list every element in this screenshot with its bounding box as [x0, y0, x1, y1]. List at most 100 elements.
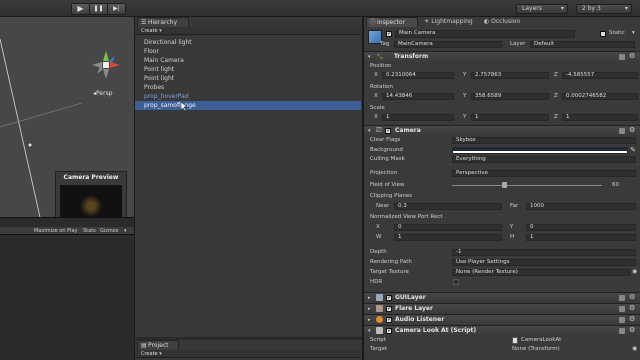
hierarchy-item-main-camera[interactable]: Main Camera [135, 56, 361, 65]
position-y-field[interactable]: 2.757863 [471, 72, 549, 79]
target-field[interactable]: None (Transform) [512, 345, 560, 353]
stats-toggle[interactable]: Stats [83, 227, 96, 235]
hierarchy-item-probes[interactable]: Probes [135, 83, 361, 92]
perspective-label[interactable]: ◂Persp [93, 90, 113, 97]
hierarchy-item-prop-samoflange[interactable]: prop_samoflange [135, 101, 361, 110]
help-book-icon[interactable] [619, 295, 625, 301]
depth-field[interactable]: -1 [452, 249, 636, 256]
camera-enabled-checkbox[interactable]: ✓ [385, 128, 391, 134]
scene-view[interactable]: ◂Persp Camera Preview [0, 17, 134, 217]
hdr-checkbox[interactable] [453, 279, 459, 285]
game-view[interactable] [0, 235, 134, 360]
static-checkbox[interactable] [600, 31, 606, 37]
rendering-path-dropdown[interactable]: Use Player Settings [452, 259, 636, 266]
background-color-swatch[interactable] [452, 147, 628, 154]
layers-dropdown[interactable]: Layers [516, 4, 568, 14]
foldout-arrow-icon[interactable]: ▾ [368, 54, 371, 60]
projection-dropdown[interactable]: Perspective [452, 170, 636, 177]
position-label: Position [370, 63, 392, 69]
settings-gear-icon[interactable]: ⚙ [629, 52, 635, 60]
gameobject-active-checkbox[interactable]: ✓ [386, 31, 392, 37]
far-field[interactable]: 1000 [526, 203, 636, 210]
rotation-y-field[interactable]: 358.6589 [471, 93, 549, 100]
tab-hierarchy[interactable]: ☰ Hierarchy [137, 17, 189, 27]
help-book-icon[interactable] [619, 128, 625, 134]
viewport-y-field[interactable]: 0 [526, 224, 636, 231]
tab-project[interactable]: ▤ Project [137, 340, 179, 350]
foldout-arrow-icon[interactable]: ▾ [368, 328, 371, 334]
foldout-arrow-icon[interactable]: ▾ [368, 128, 371, 134]
position-z-field[interactable]: -4.585557 [562, 72, 638, 79]
flare-layer-enabled-checkbox[interactable]: ✓ [386, 306, 392, 312]
hierarchy-item-floor[interactable]: Floor [135, 47, 361, 56]
help-book-icon[interactable] [619, 54, 625, 60]
transform-header[interactable]: ▾ ⤡ Transform ⚙ [364, 51, 640, 61]
layer-label: Layer [510, 41, 526, 47]
layout-dropdown[interactable]: 2 by 3 [576, 4, 632, 14]
tab-lightmapping[interactable]: ☀ Lightmapping [424, 17, 473, 27]
help-book-icon[interactable] [619, 317, 625, 323]
hierarchy-create-button[interactable]: Create [135, 28, 158, 34]
camera-component-header[interactable]: ▾ ⎚ ✓ Camera ⚙ [364, 125, 640, 135]
settings-gear-icon[interactable]: ⚙ [629, 315, 635, 323]
clear-flags-dropdown[interactable]: Skybox [452, 137, 636, 144]
scale-y-field[interactable]: 1 [471, 114, 549, 121]
pause-button[interactable]: ❚❚ [89, 3, 108, 15]
object-picker-icon[interactable]: ◉ [632, 345, 637, 352]
near-field[interactable]: 0.3 [394, 203, 502, 210]
camera-look-at-component-header[interactable]: ▾ ✓ Camera Look At (Script) ⚙ [364, 325, 640, 335]
script-icon [376, 327, 383, 334]
rotation-z-field[interactable]: 0.0002746582 [562, 93, 638, 100]
position-x-field[interactable]: 0.2310064 [382, 72, 454, 79]
audio-listener-enabled-checkbox[interactable]: ✓ [386, 317, 392, 323]
culling-mask-dropdown[interactable]: Everything [452, 156, 636, 163]
scale-z-field[interactable]: 1 [562, 114, 638, 121]
guilayer-component-header[interactable]: ▸ ✓ GUILayer ⚙ [364, 292, 640, 302]
object-picker-icon[interactable]: ◉ [632, 268, 637, 275]
guilayer-enabled-checkbox[interactable]: ✓ [386, 295, 392, 301]
help-book-icon[interactable] [619, 306, 625, 312]
gameobject-name-field[interactable]: Main Camera [395, 30, 575, 38]
settings-gear-icon[interactable]: ⚙ [629, 293, 635, 301]
hierarchy-item-directional-light[interactable]: Directional light [135, 38, 361, 47]
viewport-x-field[interactable]: 0 [394, 224, 502, 231]
layer-dropdown[interactable]: Default [530, 41, 635, 48]
static-dropdown-arrow-icon[interactable]: ▾ [632, 29, 635, 37]
orientation-gizmo-icon[interactable] [88, 47, 124, 83]
rendering-path-label: Rendering Path [370, 259, 412, 265]
foldout-arrow-icon[interactable]: ▸ [368, 295, 371, 301]
eyedropper-icon[interactable]: ✎ [630, 146, 636, 154]
tag-dropdown[interactable]: MainCamera [394, 41, 502, 48]
fov-value[interactable]: 60 [612, 181, 619, 189]
hierarchy-item-prop-hoverpad[interactable]: prop_hoverPad [135, 92, 361, 101]
hierarchy-tab-icon: ☰ [141, 19, 147, 26]
tab-inspector[interactable]: ⓘ Inspector [366, 17, 418, 27]
hierarchy-item-point-light[interactable]: Point light [135, 74, 361, 83]
fov-slider-track[interactable] [452, 185, 602, 186]
script-field[interactable]: CameraLookAt [521, 336, 561, 344]
settings-gear-icon[interactable]: ⚙ [629, 326, 635, 334]
viewport-h-field[interactable]: 1 [526, 234, 636, 241]
tab-occlusion[interactable]: ◐ Occlusion [484, 17, 520, 27]
viewport-w-field[interactable]: 1 [394, 234, 502, 241]
foldout-arrow-icon[interactable]: ▸ [368, 306, 371, 312]
step-button[interactable]: ▶| [107, 3, 126, 15]
gizmos-dropdown[interactable]: Gizmos [100, 227, 118, 235]
transform-axis-icon: ⤡ [377, 53, 383, 61]
settings-gear-icon[interactable]: ⚙ [629, 304, 635, 312]
help-book-icon[interactable] [619, 328, 625, 334]
play-button[interactable]: ▶ [71, 3, 90, 15]
scale-x-field[interactable]: 1 [382, 114, 454, 121]
camera-look-at-enabled-checkbox[interactable]: ✓ [386, 328, 392, 334]
foldout-arrow-icon[interactable]: ▸ [368, 317, 371, 323]
flare-layer-component-header[interactable]: ▸ ✓ Flare Layer ⚙ [364, 303, 640, 313]
target-texture-field[interactable]: None (Render Texture) [452, 269, 630, 276]
project-create-button[interactable]: Create [135, 351, 158, 357]
settings-gear-icon[interactable]: ⚙ [629, 126, 635, 134]
gizmos-arrow-icon: ▾ [124, 228, 127, 234]
maximize-on-play-toggle[interactable]: Maximize on Play [34, 227, 78, 235]
fov-slider-handle[interactable] [502, 182, 507, 188]
rotation-x-field[interactable]: 14.43846 [382, 93, 454, 100]
hierarchy-item-point-light[interactable]: Point light [135, 65, 361, 74]
audio-listener-component-header[interactable]: ▸ ✓ Audio Listener ⚙ [364, 314, 640, 324]
